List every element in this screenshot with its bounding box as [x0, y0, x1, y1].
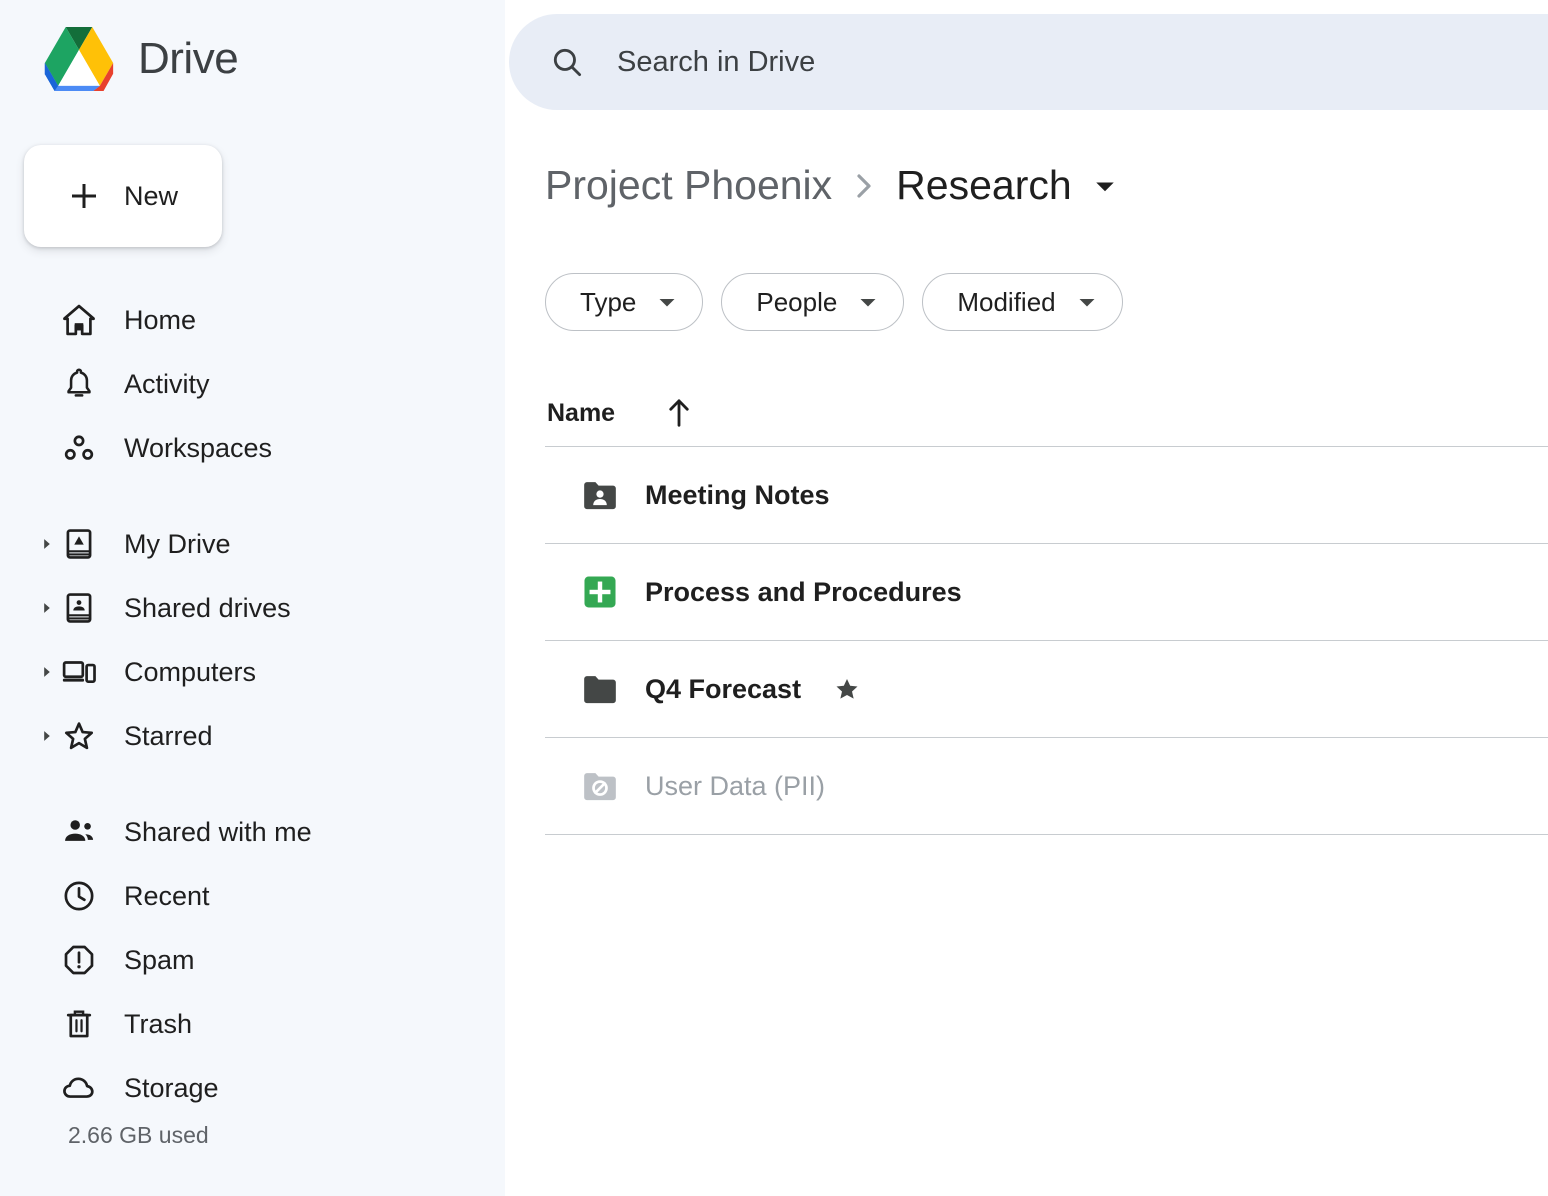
- sidebar: Drive New Home Activity Workspaces My Dr…: [0, 0, 505, 1196]
- sidebar-nav-tree: My Drive Shared drives Computers Starred: [0, 512, 505, 768]
- sidebar-item-spam[interactable]: Spam: [0, 928, 505, 992]
- filter-chips: Type People Modified: [545, 273, 1123, 331]
- filter-chip-label: People: [756, 286, 838, 317]
- search-input[interactable]: Search in Drive: [617, 46, 815, 79]
- workspaces-icon: [64, 435, 94, 460]
- main-content-panel: Project Phoenix Research Type People Mod…: [505, 125, 1548, 1196]
- folder-icon: [584, 676, 616, 704]
- sidebar-item-label: Spam: [124, 944, 195, 975]
- caret-down-icon: [860, 299, 876, 307]
- storage-used-text: 2.66 GB used: [68, 1122, 209, 1148]
- file-name: Q4 Forecast: [645, 673, 802, 704]
- sidebar-item-workspaces[interactable]: Workspaces: [0, 416, 505, 480]
- filter-chip-label: Type: [580, 286, 637, 317]
- chevron-right-icon[interactable]: [40, 601, 54, 615]
- shared-folder-icon: [584, 482, 616, 510]
- table-row[interactable]: User Data (PII): [545, 738, 1548, 834]
- table-divider: [545, 834, 1548, 835]
- sidebar-item-label: Storage: [124, 1072, 219, 1103]
- sidebar-item-storage[interactable]: Storage: [0, 1056, 505, 1120]
- table-row[interactable]: Meeting Notes: [545, 447, 1548, 543]
- sidebar-item-label: Starred: [124, 720, 213, 751]
- new-button[interactable]: New: [24, 145, 222, 247]
- search-bar[interactable]: Search in Drive: [509, 14, 1548, 110]
- sidebar-item-shared-drives[interactable]: Shared drives: [0, 576, 505, 640]
- sidebar-item-recent[interactable]: Recent: [0, 864, 505, 928]
- sidebar-item-label: Trash: [124, 1008, 193, 1039]
- breadcrumb: Project Phoenix Research: [545, 162, 1116, 209]
- computers-icon: [62, 661, 96, 684]
- sidebar-item-label: Recent: [124, 880, 210, 911]
- trash-icon: [66, 1010, 92, 1038]
- star-filled-icon[interactable]: [833, 675, 861, 703]
- sidebar-item-label: Shared drives: [124, 592, 291, 623]
- file-name: Process and Procedures: [645, 576, 962, 607]
- sidebar-item-label: Shared with me: [124, 816, 312, 847]
- breadcrumb-parent[interactable]: Project Phoenix: [545, 162, 832, 209]
- star-outline-icon: [64, 722, 94, 750]
- sidebar-item-starred[interactable]: Starred: [0, 704, 505, 768]
- filter-chip-label: Modified: [957, 286, 1056, 317]
- sidebar-item-activity[interactable]: Activity: [0, 352, 505, 416]
- new-button-label: New: [124, 180, 179, 211]
- file-name: User Data (PII): [645, 770, 826, 801]
- clock-icon: [64, 881, 94, 911]
- file-name: Meeting Notes: [645, 479, 830, 510]
- chevron-right-icon[interactable]: [40, 729, 54, 743]
- people-icon: [65, 820, 94, 841]
- search-icon: [553, 48, 582, 77]
- google-sheets-icon: [584, 576, 616, 608]
- filter-chip-people[interactable]: People: [721, 273, 905, 331]
- home-icon: [63, 304, 95, 336]
- spam-icon: [64, 945, 94, 975]
- arrow-up-icon[interactable]: [667, 398, 691, 428]
- sidebar-item-label: Activity: [124, 368, 210, 399]
- table-row[interactable]: Q4 Forecast: [545, 641, 1548, 737]
- drive-logo-icon: [44, 27, 114, 91]
- my-drive-icon: [66, 529, 92, 559]
- restricted-folder-icon: [584, 773, 616, 801]
- breadcrumb-current[interactable]: Research: [896, 162, 1071, 209]
- file-list-table: Name Meeting Notes Process and Procedure…: [545, 380, 1548, 835]
- caret-down-icon: [659, 299, 675, 307]
- sidebar-item-shared-with-me[interactable]: Shared with me: [0, 800, 505, 864]
- sidebar-item-home[interactable]: Home: [0, 288, 505, 352]
- column-header-name[interactable]: Name: [547, 399, 615, 428]
- table-header-row: Name: [545, 380, 1548, 446]
- filter-chip-modified[interactable]: Modified: [922, 273, 1123, 331]
- caret-down-icon[interactable]: [1094, 179, 1116, 193]
- shared-drives-icon: [66, 593, 92, 623]
- filter-chip-type[interactable]: Type: [545, 273, 704, 331]
- caret-down-icon: [1079, 299, 1095, 307]
- sidebar-item-trash[interactable]: Trash: [0, 992, 505, 1056]
- chevron-right-icon: [857, 173, 871, 198]
- sidebar-nav-secondary: Shared with me Recent Spam Trash Storage: [0, 800, 505, 1120]
- chevron-right-icon[interactable]: [40, 665, 54, 679]
- sidebar-item-label: My Drive: [124, 528, 231, 559]
- table-row[interactable]: Process and Procedures: [545, 544, 1548, 640]
- app-brand: Drive: [38, 22, 239, 96]
- bell-icon: [67, 368, 91, 397]
- sidebar-nav-primary: Home Activity Workspaces: [0, 288, 505, 480]
- sidebar-item-label: Computers: [124, 656, 257, 687]
- chevron-right-icon[interactable]: [40, 537, 54, 551]
- sidebar-item-label: Workspaces: [124, 432, 273, 463]
- sidebar-item-label: Home: [124, 304, 197, 335]
- app-title: Drive: [138, 34, 239, 83]
- cloud-icon: [63, 1077, 94, 1098]
- sidebar-item-computers[interactable]: Computers: [0, 640, 505, 704]
- sidebar-item-my-drive[interactable]: My Drive: [0, 512, 505, 576]
- plus-icon: [72, 184, 96, 208]
